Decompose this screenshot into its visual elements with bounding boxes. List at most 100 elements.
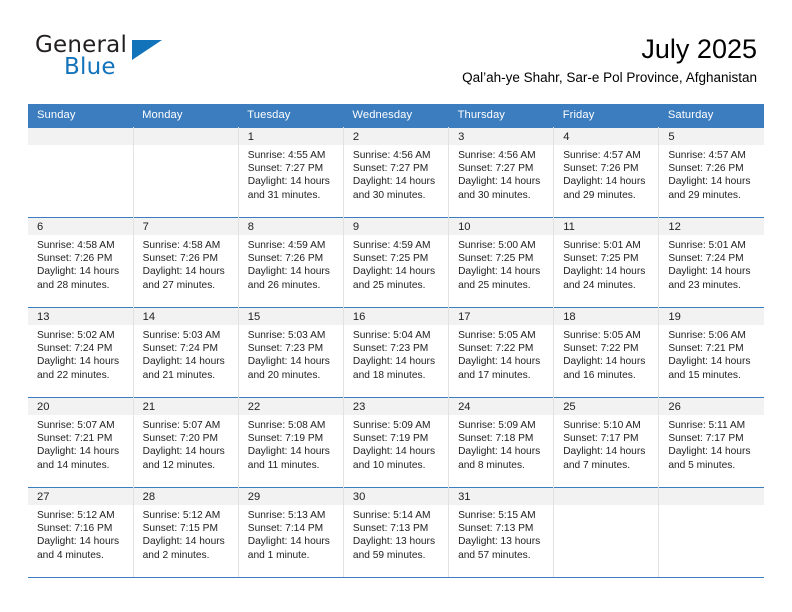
- weekday-header-thursday: Thursday: [448, 104, 554, 128]
- sunrise-time: Sunrise: 4:58 AM: [37, 240, 115, 251]
- calendar-day-cell[interactable]: 26 Sunrise: 5:11 AM Sunset: 7:17 PM Dayligh…: [658, 397, 764, 488]
- day-number: 24: [449, 398, 554, 415]
- daylight-duration-line2: and 57 minutes.: [458, 549, 531, 561]
- calendar-day-cell[interactable]: 30 Sunrise: 5:14 AM Sunset: 7:13 PM Dayligh…: [343, 487, 450, 578]
- daylight-duration-line2: and 29 minutes.: [668, 189, 741, 201]
- daylight-duration-line2: and 1 minute.: [247, 549, 310, 561]
- daylight-duration-line1: Daylight: 14 hours: [142, 266, 225, 278]
- day-number: [659, 488, 764, 505]
- calendar-day-cell[interactable]: 23 Sunrise: 5:09 AM Sunset: 7:19 PM Dayligh…: [343, 397, 450, 488]
- sunrise-time: Sunrise: 5:03 AM: [142, 330, 221, 341]
- sunrise-time: Sunrise: 4:59 AM: [352, 240, 431, 251]
- calendar-day-cell[interactable]: 13 Sunrise: 5:02 AM Sunset: 7:24 PM Dayligh…: [28, 307, 134, 398]
- daylight-duration-line2: and 15 minutes.: [668, 369, 741, 381]
- sunset-time: Sunset: 7:17 PM: [563, 433, 639, 445]
- sunrise-time: Sunrise: 5:00 AM: [458, 240, 536, 251]
- sunrise-time: Sunrise: 5:07 AM: [142, 420, 221, 431]
- daylight-duration-line1: Daylight: 14 hours: [352, 356, 436, 368]
- daylight-duration-line2: and 2 minutes.: [142, 549, 210, 561]
- calendar-day-cell[interactable]: 29 Sunrise: 5:13 AM Sunset: 7:14 PM Dayligh…: [238, 487, 344, 578]
- calendar-day-cell[interactable]: 7 Sunrise: 4:58 AM Sunset: 7:26 PM Daylight…: [133, 217, 239, 308]
- calendar-day-cell[interactable]: 3 Sunrise: 4:56 AM Sunset: 7:27 PM Daylight…: [448, 127, 555, 218]
- daylight-duration-line2: and 59 minutes.: [352, 549, 426, 561]
- general-blue-logo[interactable]: General Blue: [35, 32, 255, 88]
- sunrise-time: Sunrise: 5:12 AM: [37, 510, 115, 521]
- day-details: Sunrise: 5:15 AM Sunset: 7:13 PM Daylight:…: [449, 505, 553, 562]
- calendar-day-cell[interactable]: 11 Sunrise: 5:01 AM Sunset: 7:25 PM Dayligh…: [553, 217, 660, 308]
- day-details: Sunrise: 5:03 AM Sunset: 7:24 PM Daylight:…: [134, 325, 238, 382]
- day-number: 18: [554, 308, 659, 325]
- weekday-header-saturday: Saturday: [658, 104, 764, 128]
- day-details: Sunrise: 4:59 AM Sunset: 7:25 PM Daylight:…: [344, 235, 448, 292]
- calendar-day-cell[interactable]: 21 Sunrise: 5:07 AM Sunset: 7:20 PM Dayligh…: [133, 397, 239, 488]
- day-details: Sunrise: 5:05 AM Sunset: 7:22 PM Daylight:…: [554, 325, 658, 382]
- daylight-duration-line1: Daylight: 14 hours: [668, 446, 751, 458]
- sunrise-time: Sunrise: 5:02 AM: [37, 330, 115, 341]
- daylight-duration-line1: Daylight: 14 hours: [142, 536, 225, 548]
- sunset-time: Sunset: 7:13 PM: [352, 523, 429, 535]
- day-number: 26: [659, 398, 764, 415]
- page-subtitle-location: Qal’ah-ye Shahr, Sar-e Pol Province, Afg…: [462, 70, 757, 85]
- calendar-day-cell[interactable]: 1 Sunrise: 4:55 AM Sunset: 7:27 PM Daylight…: [238, 127, 344, 218]
- daylight-duration-line1: Daylight: 14 hours: [37, 356, 120, 368]
- day-number: 25: [554, 398, 659, 415]
- day-number: 9: [343, 218, 449, 235]
- calendar-day-cell[interactable]: 9 Sunrise: 4:59 AM Sunset: 7:25 PM Daylight…: [343, 217, 450, 308]
- calendar-day-cell[interactable]: 19 Sunrise: 5:06 AM Sunset: 7:21 PM Dayligh…: [658, 307, 764, 398]
- calendar-day-cell[interactable]: 16 Sunrise: 5:04 AM Sunset: 7:23 PM Dayligh…: [343, 307, 450, 398]
- calendar-page: General Blue July 2025 Qal’ah-ye Shahr, …: [0, 0, 792, 612]
- calendar-day-cell[interactable]: 22 Sunrise: 5:08 AM Sunset: 7:19 PM Dayligh…: [238, 397, 344, 488]
- calendar-day-cell[interactable]: 31 Sunrise: 5:15 AM Sunset: 7:13 PM Dayligh…: [448, 487, 555, 578]
- calendar-day-cell[interactable]: 24 Sunrise: 5:09 AM Sunset: 7:18 PM Dayligh…: [448, 397, 555, 488]
- daylight-duration-line1: Daylight: 14 hours: [247, 176, 330, 188]
- calendar-day-cell[interactable]: 5 Sunrise: 4:57 AM Sunset: 7:26 PM Daylight…: [658, 127, 764, 218]
- calendar-day-cell[interactable]: 2 Sunrise: 4:56 AM Sunset: 7:27 PM Daylight…: [343, 127, 450, 218]
- daylight-duration-line2: and 22 minutes.: [37, 369, 110, 381]
- calendar-day-cell-empty: [28, 127, 134, 218]
- daylight-duration-line1: Daylight: 14 hours: [458, 446, 541, 458]
- sunrise-time: Sunrise: 4:55 AM: [247, 150, 326, 161]
- day-details: Sunrise: 5:10 AM Sunset: 7:17 PM Daylight:…: [554, 415, 658, 472]
- sunset-time: Sunset: 7:20 PM: [142, 433, 218, 445]
- sunrise-time: Sunrise: 5:14 AM: [352, 510, 431, 521]
- day-details: Sunrise: 5:12 AM Sunset: 7:15 PM Daylight:…: [134, 505, 238, 562]
- sunset-time: Sunset: 7:23 PM: [247, 343, 324, 355]
- calendar-day-cell[interactable]: 28 Sunrise: 5:12 AM Sunset: 7:15 PM Dayligh…: [133, 487, 239, 578]
- sunrise-time: Sunrise: 5:06 AM: [668, 330, 746, 341]
- daylight-duration-line2: and 30 minutes.: [458, 189, 531, 201]
- sunset-time: Sunset: 7:24 PM: [142, 343, 218, 355]
- calendar-day-cell[interactable]: 25 Sunrise: 5:10 AM Sunset: 7:17 PM Dayligh…: [553, 397, 660, 488]
- day-number: 19: [659, 308, 764, 325]
- calendar-day-cell[interactable]: 14 Sunrise: 5:03 AM Sunset: 7:24 PM Dayligh…: [133, 307, 239, 398]
- daylight-duration-line2: and 24 minutes.: [563, 279, 636, 291]
- calendar-day-cell[interactable]: 15 Sunrise: 5:03 AM Sunset: 7:23 PM Dayligh…: [238, 307, 344, 398]
- sunset-time: Sunset: 7:24 PM: [37, 343, 113, 355]
- sunset-time: Sunset: 7:26 PM: [247, 253, 324, 265]
- calendar-day-cell[interactable]: 6 Sunrise: 4:58 AM Sunset: 7:26 PM Daylight…: [28, 217, 134, 308]
- day-number: 17: [449, 308, 554, 325]
- calendar-week-row: 20 Sunrise: 5:07 AM Sunset: 7:21 PM Dayligh…: [28, 397, 764, 488]
- calendar-day-cell[interactable]: 17 Sunrise: 5:05 AM Sunset: 7:22 PM Dayligh…: [448, 307, 555, 398]
- daylight-duration-line2: and 12 minutes.: [142, 459, 216, 471]
- day-details: Sunrise: 5:07 AM Sunset: 7:21 PM Daylight:…: [28, 415, 133, 472]
- daylight-duration-line1: Daylight: 14 hours: [668, 266, 751, 278]
- daylight-duration-line2: and 8 minutes.: [458, 459, 525, 471]
- daylight-duration-line2: and 10 minutes.: [352, 459, 426, 471]
- sunset-time: Sunset: 7:25 PM: [352, 253, 429, 265]
- daylight-duration-line2: and 20 minutes.: [247, 369, 321, 381]
- calendar-day-cell[interactable]: 4 Sunrise: 4:57 AM Sunset: 7:26 PM Daylight…: [553, 127, 660, 218]
- calendar-day-cell[interactable]: 20 Sunrise: 5:07 AM Sunset: 7:21 PM Dayligh…: [28, 397, 134, 488]
- day-number: 6: [28, 218, 133, 235]
- daylight-duration-line1: Daylight: 14 hours: [668, 176, 751, 188]
- sunset-time: Sunset: 7:25 PM: [458, 253, 534, 265]
- day-number: [28, 128, 133, 145]
- day-details: Sunrise: 5:11 AM Sunset: 7:17 PM Daylight:…: [659, 415, 764, 472]
- calendar-day-cell[interactable]: 10 Sunrise: 5:00 AM Sunset: 7:25 PM Dayligh…: [448, 217, 555, 308]
- day-number: 22: [238, 398, 343, 415]
- day-number: 15: [238, 308, 343, 325]
- day-number: 20: [28, 398, 133, 415]
- calendar-day-cell[interactable]: 27 Sunrise: 5:12 AM Sunset: 7:16 PM Dayligh…: [28, 487, 134, 578]
- calendar-day-cell[interactable]: 18 Sunrise: 5:05 AM Sunset: 7:22 PM Dayligh…: [553, 307, 660, 398]
- calendar-day-cell[interactable]: 12 Sunrise: 5:01 AM Sunset: 7:24 PM Dayligh…: [658, 217, 764, 308]
- calendar-day-cell[interactable]: 8 Sunrise: 4:59 AM Sunset: 7:26 PM Daylight…: [238, 217, 344, 308]
